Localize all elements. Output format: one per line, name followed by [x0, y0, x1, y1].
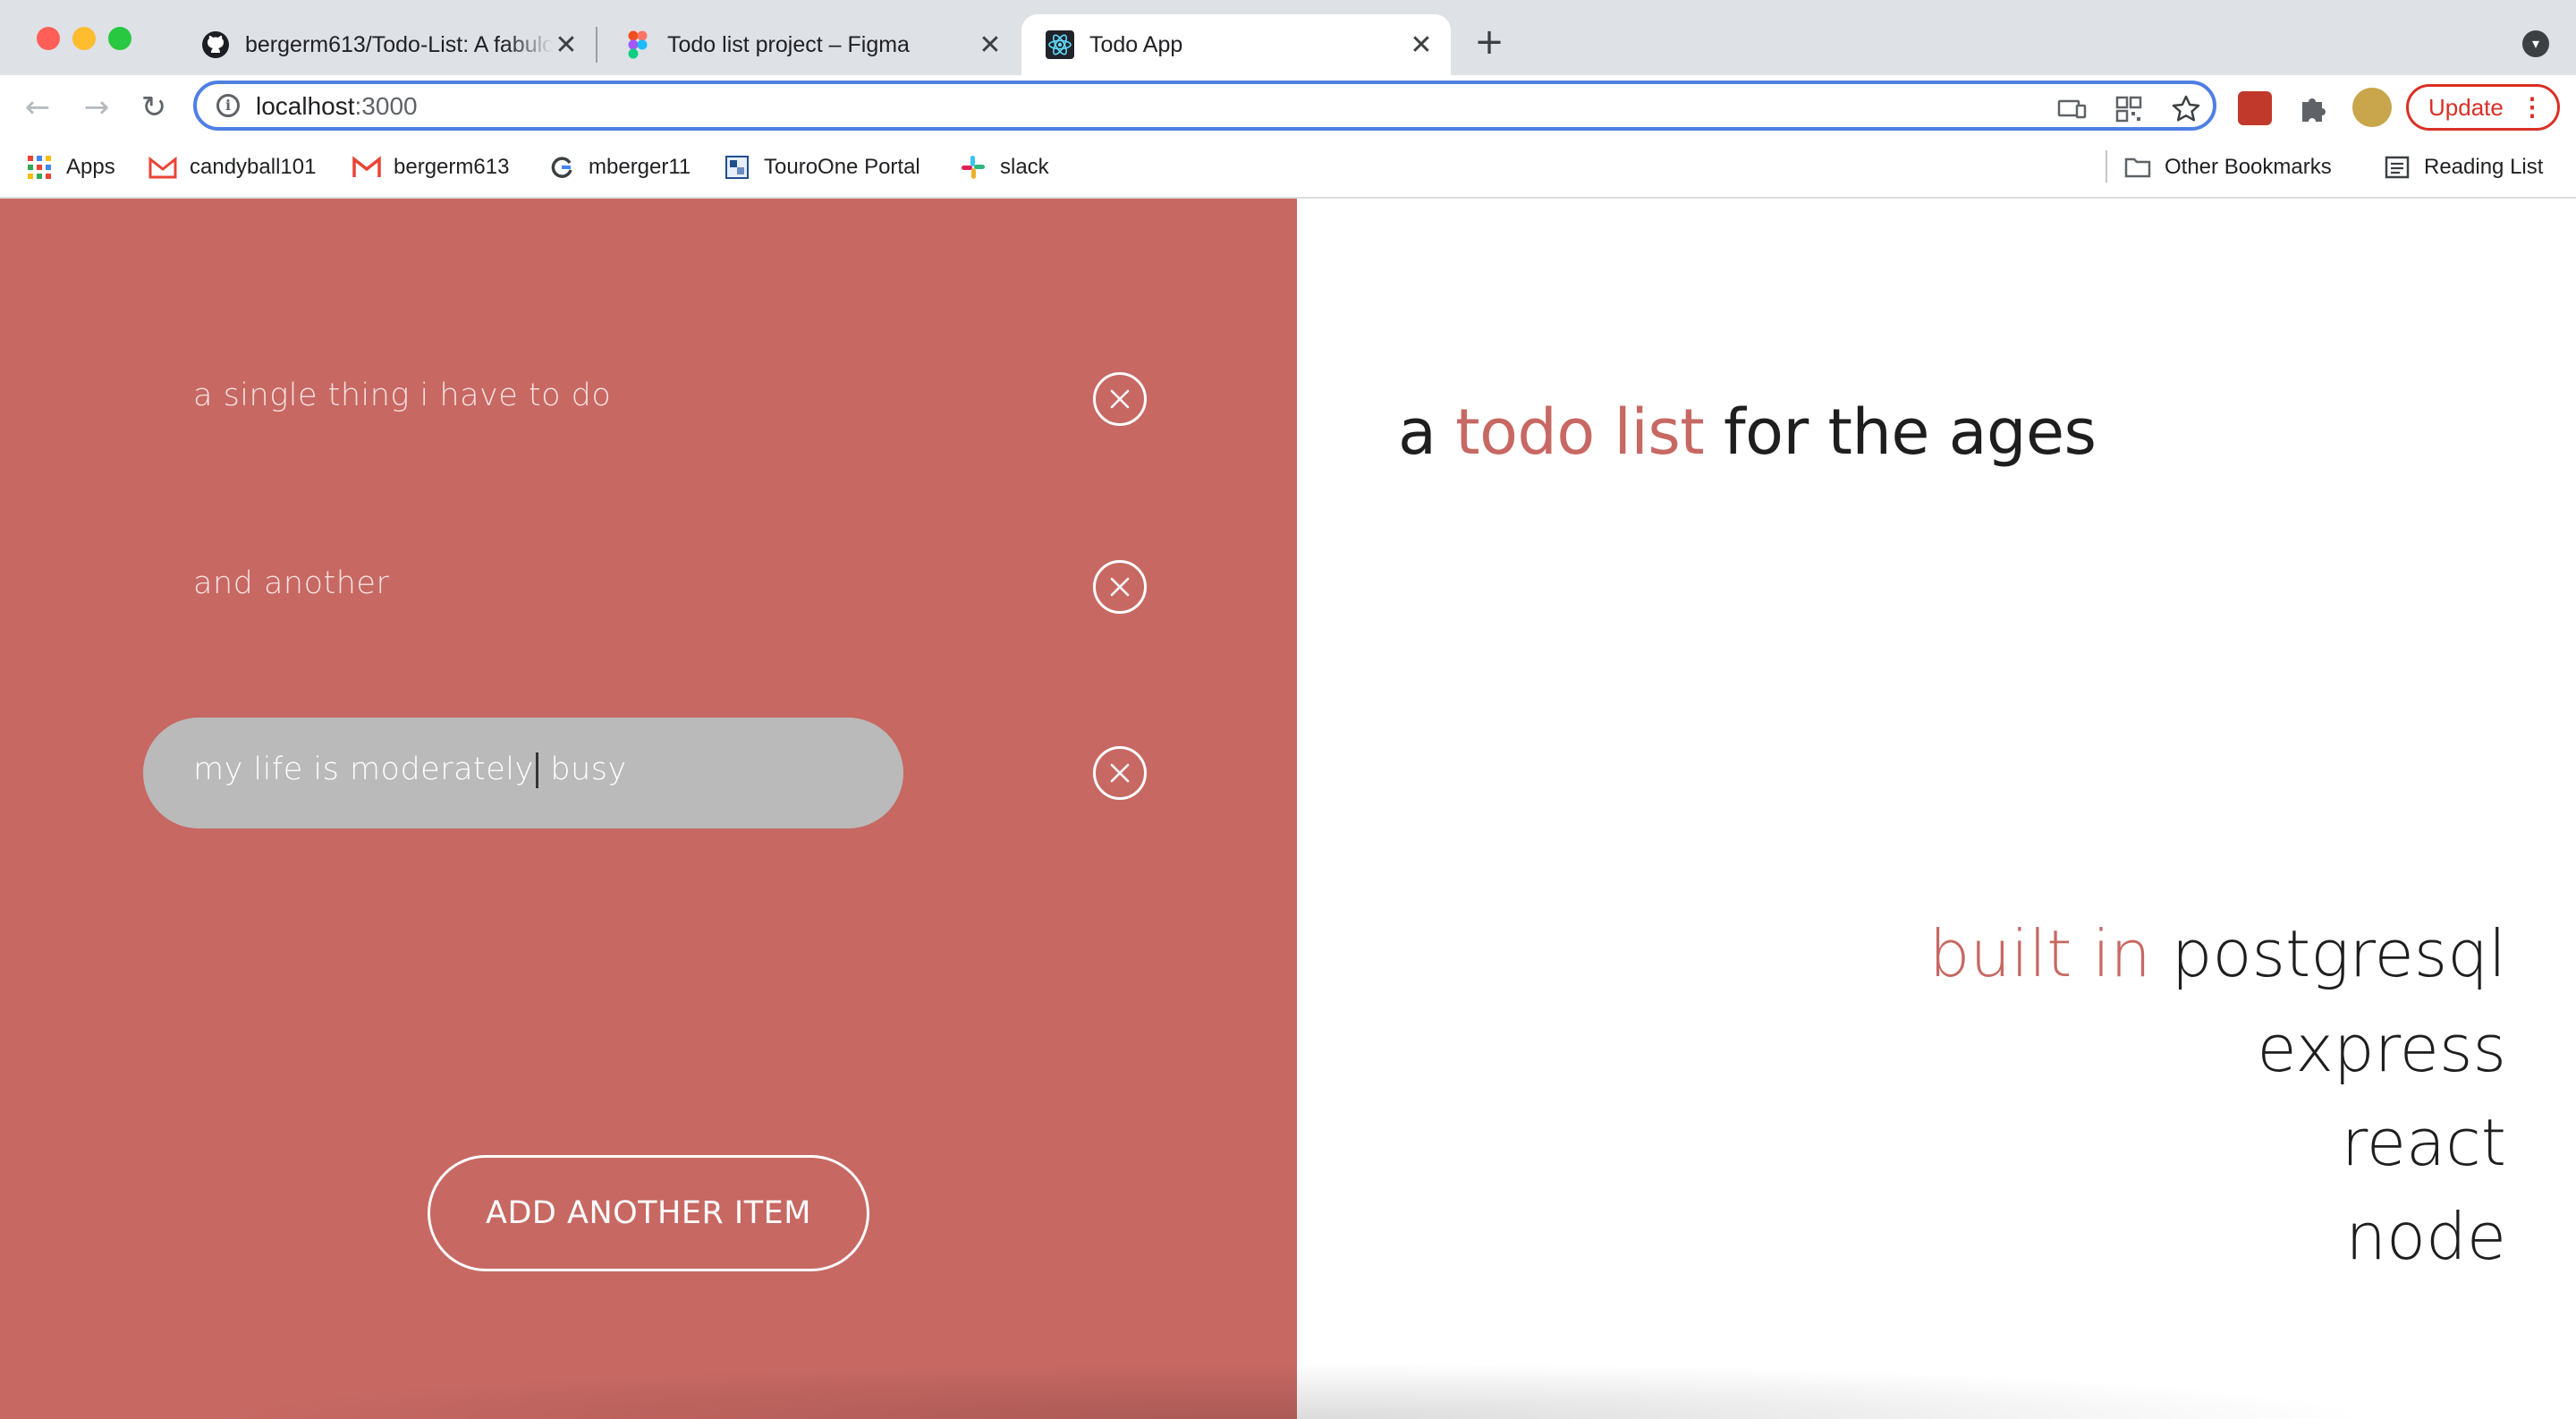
close-tab-icon[interactable]: ✕: [553, 30, 580, 61]
tab-figma[interactable]: Todo list project – Figma ✕: [599, 14, 1020, 75]
reading-list-icon: [2383, 153, 2411, 182]
window-zoom-button[interactable]: [108, 27, 131, 50]
todo-item[interactable]: a single thing i have to do: [143, 344, 903, 455]
address-url[interactable]: localhost:3000: [256, 92, 418, 121]
reading-list-button[interactable]: Reading List: [2383, 140, 2543, 195]
bookmarks-divider: [2106, 150, 2107, 183]
remove-item-button[interactable]: [1093, 746, 1147, 800]
todo-item-input[interactable]: my life is moderately busy: [193, 752, 627, 788]
slack-icon: [959, 153, 987, 182]
tab-title: Todo App: [1089, 31, 1183, 57]
bookmark-apps[interactable]: Apps: [25, 140, 115, 195]
tech-item: express: [2257, 1011, 2506, 1086]
tech-item: postgresql: [2171, 916, 2506, 991]
forward-icon[interactable]: →: [77, 88, 116, 127]
tab-github[interactable]: bergerm613/Todo-List: A fabulous todo li…: [177, 14, 596, 75]
todo-item-text[interactable]: a single thing i have to do: [193, 378, 611, 413]
close-tab-icon[interactable]: ✕: [977, 30, 1004, 61]
todo-item-text[interactable]: and another: [193, 565, 389, 601]
bookmark-label: bergerm613: [394, 155, 510, 179]
remove-item-button[interactable]: [1093, 372, 1147, 426]
bookmark-label: Reading List: [2424, 155, 2544, 179]
close-icon: [1110, 577, 1130, 597]
text-cursor: [535, 752, 538, 788]
bookmark-touroone-portal[interactable]: TouroOne Portal: [723, 140, 920, 195]
add-item-button[interactable]: ADD ANOTHER ITEM: [428, 1155, 869, 1271]
built-in-label: built in: [1928, 916, 2172, 991]
remove-item-button[interactable]: [1093, 560, 1147, 614]
bookmarks-bar: Apps candyball101 bergerm613 mberger11 T…: [0, 140, 2576, 199]
close-icon: [1110, 389, 1130, 409]
todo-app-page: a single thing i have to do and another …: [0, 199, 2576, 1419]
title-prefix: a: [1398, 395, 1456, 469]
bookmark-label: Other Bookmarks: [2165, 155, 2332, 179]
new-tab-button[interactable]: +: [1472, 24, 1506, 60]
page-title: a todo list for the ages: [1398, 395, 2097, 469]
folder-icon: [2123, 153, 2152, 182]
cast-icon[interactable]: [2055, 93, 2088, 125]
todo-item-editing[interactable]: my life is moderately busy: [143, 718, 903, 828]
window-minimize-button[interactable]: [72, 27, 96, 50]
bookmark-candyball101[interactable]: candyball101: [148, 140, 316, 195]
github-icon: [200, 30, 231, 60]
update-label: Update: [2428, 94, 2504, 121]
tab-divider: [596, 27, 597, 63]
apps-grid-icon: [25, 153, 54, 182]
more-menu-icon[interactable]: ⋮: [2520, 87, 2545, 128]
address-bar[interactable]: i localhost:3000: [193, 81, 2216, 131]
url-port: :3000: [354, 92, 418, 120]
window-close-button[interactable]: [37, 27, 60, 50]
bookmark-label: slack: [1000, 155, 1049, 179]
tab-title: Todo list project – Figma: [667, 31, 910, 57]
bookmark-label: TouroOne Portal: [764, 155, 920, 179]
tab-search-icon[interactable]: ▾: [2522, 30, 2549, 57]
close-icon: [1110, 763, 1130, 783]
site-info-icon[interactable]: i: [216, 94, 240, 117]
bookmark-other-bookmarks[interactable]: Other Bookmarks: [2123, 140, 2332, 195]
gmail-icon: [352, 153, 381, 182]
bookmark-label: mberger11: [589, 155, 691, 179]
qr-code-icon[interactable]: [2113, 93, 2145, 125]
todo-item[interactable]: and another: [143, 531, 903, 642]
title-accent: todo list: [1455, 395, 1705, 469]
tech-item: react: [2341, 1105, 2506, 1180]
info-panel: a todo list for the ages built in postgr…: [1297, 199, 2576, 1419]
tech-line-postgresql: built in postgresql: [1929, 916, 2506, 991]
close-tab-icon[interactable]: ✕: [1408, 30, 1435, 61]
bookmark-label: candyball101: [190, 155, 317, 179]
back-icon[interactable]: ←: [18, 88, 57, 127]
tab-todo-app[interactable]: Todo App ✕: [1021, 14, 1451, 75]
tab-strip: bergerm613/Todo-List: A fabulous todo li…: [0, 0, 2576, 75]
update-button[interactable]: Update ⋮: [2406, 84, 2560, 131]
page-bottom-shadow: [197, 1362, 2379, 1419]
react-icon: [1045, 30, 1075, 60]
tab-title: bergerm613/Todo-List: A fabulous todo li…: [245, 31, 553, 57]
google-icon: [547, 153, 576, 182]
extension-red-icon[interactable]: [2238, 91, 2272, 125]
profile-avatar[interactable]: [2352, 88, 2392, 127]
text-after-cursor: busy: [539, 752, 627, 787]
bookmark-star-icon[interactable]: [2170, 93, 2202, 125]
todo-list-panel: a single thing i have to do and another …: [0, 199, 1297, 1419]
title-suffix: for the ages: [1704, 395, 2097, 469]
tech-item: node: [2345, 1199, 2506, 1274]
url-host: localhost: [256, 92, 355, 120]
bookmark-bergerm613[interactable]: bergerm613: [352, 140, 509, 195]
touro-icon: [723, 153, 751, 182]
bookmark-slack[interactable]: slack: [959, 140, 1049, 195]
bookmark-mberger11[interactable]: mberger11: [547, 140, 691, 195]
figma-icon: [623, 30, 653, 60]
text-before-cursor: my life is moderately: [193, 752, 534, 787]
bookmark-label: Apps: [66, 155, 115, 179]
reload-icon[interactable]: ↻: [134, 88, 174, 127]
gmail-icon: [148, 153, 177, 182]
extensions-puzzle-icon[interactable]: [2295, 89, 2331, 125]
browser-toolbar: ← → ↻ i localhost:3000 Update ⋮: [0, 75, 2576, 140]
